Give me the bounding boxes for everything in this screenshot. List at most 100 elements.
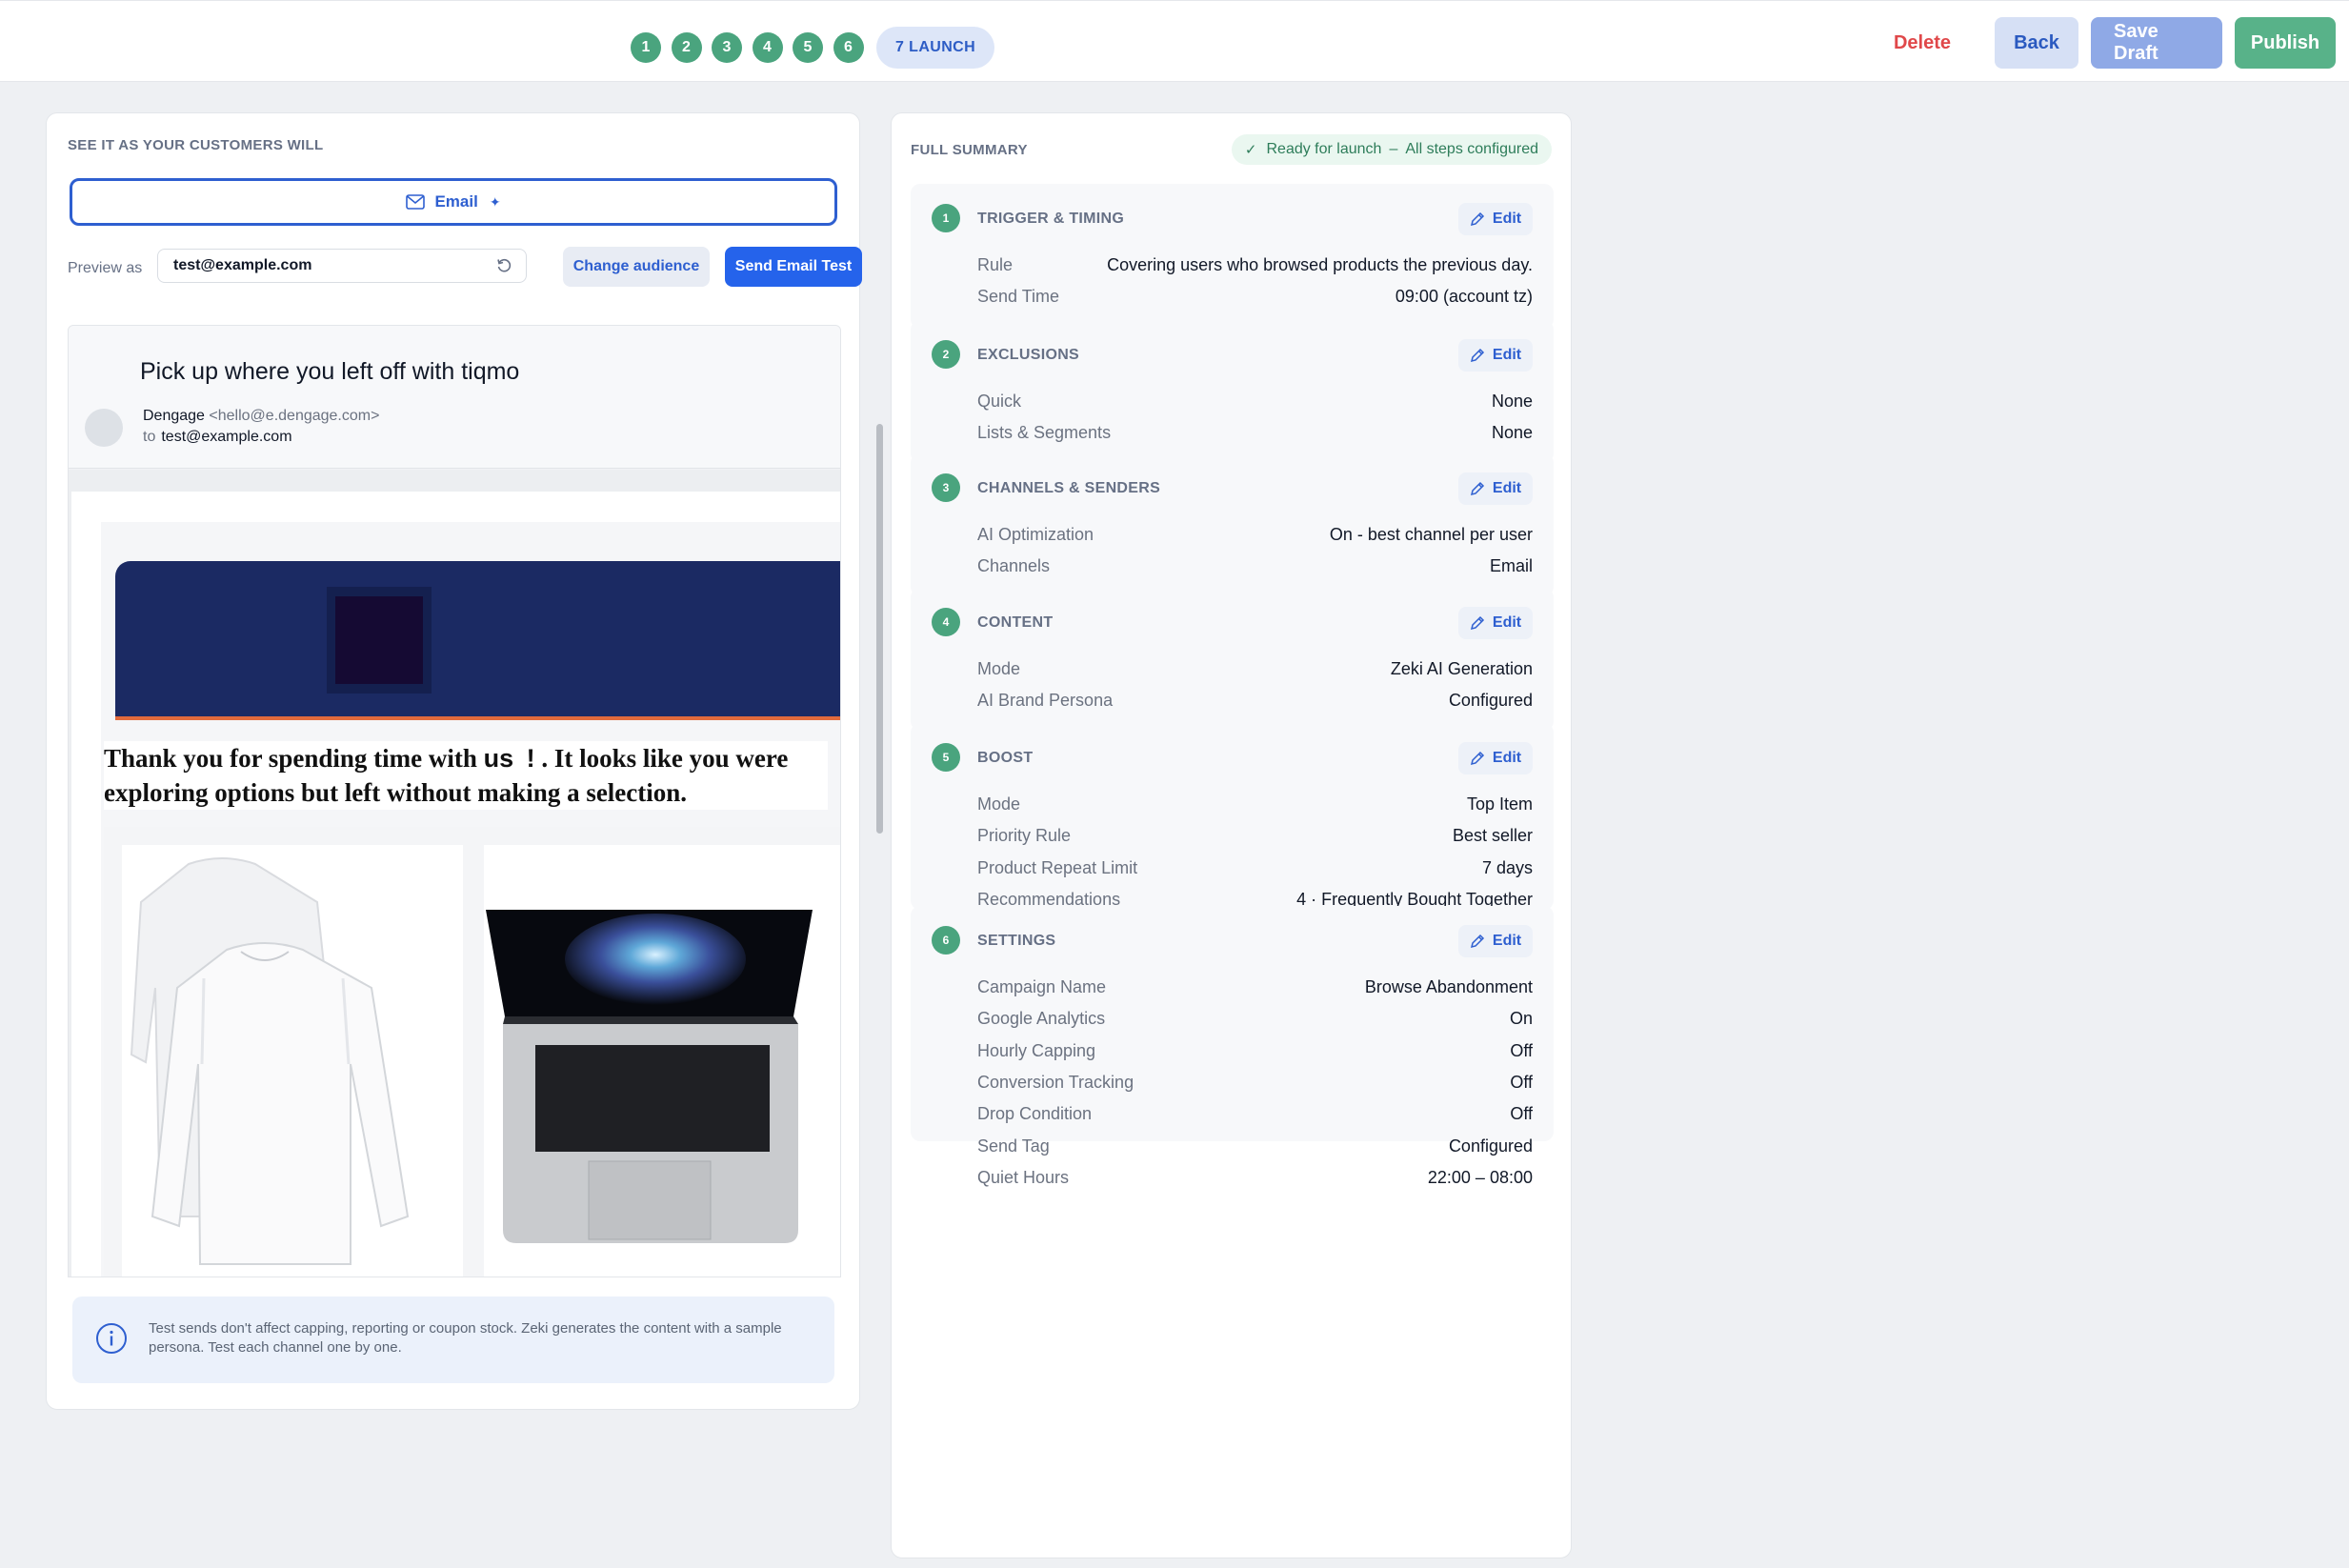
reset-icon[interactable] bbox=[495, 257, 512, 274]
summary-row: Lists & Segments None bbox=[977, 417, 1533, 449]
summary-row-value: Off bbox=[1510, 1104, 1533, 1124]
preview-as-row: Preview as test@example.com Change audie… bbox=[68, 247, 862, 289]
summary-row-key: Channels bbox=[977, 556, 1051, 576]
edit-label: Edit bbox=[1492, 347, 1522, 363]
info-text: Test sends don't affect capping, reporti… bbox=[149, 1320, 782, 1356]
preview-scrollbar[interactable] bbox=[876, 424, 883, 834]
pencil-icon bbox=[1470, 751, 1484, 766]
summary-row: Quick None bbox=[977, 386, 1533, 417]
summary-row-key: Send Time bbox=[977, 287, 1060, 307]
edit-button[interactable]: Edit bbox=[1458, 203, 1533, 235]
summary-row: Priority Rule Best seller bbox=[977, 820, 1533, 852]
delete-button[interactable]: Delete bbox=[1894, 32, 1951, 54]
section-title: CHANNELS & SENDERS bbox=[977, 480, 1161, 496]
summary-row-key: Mode bbox=[977, 659, 1021, 679]
badge-dash: – bbox=[1389, 141, 1398, 157]
step-5[interactable]: 5 bbox=[793, 32, 823, 63]
badge-ready-text: Ready for launch bbox=[1266, 141, 1382, 157]
summary-rows: Campaign Name Browse Abandonment Google An… bbox=[977, 972, 1533, 1194]
summary-row-value: 7 days bbox=[1481, 857, 1533, 877]
summary-row-value: Off bbox=[1510, 1040, 1533, 1060]
summary-row: Drop Condition Off bbox=[977, 1098, 1533, 1130]
laptop-image bbox=[486, 910, 813, 1243]
summary-card: 3 CHANNELS & SENDERS Edit AI Optimization On… bbox=[911, 453, 1554, 608]
product-grid bbox=[104, 827, 840, 1277]
preview-panel: SEE IT AS YOUR CUSTOMERS WILL Email ✦ Pr… bbox=[46, 112, 883, 1410]
brand-logo-mark bbox=[335, 596, 423, 684]
edit-label: Edit bbox=[1492, 933, 1522, 949]
summary-row: Rule Covering users who browsed products … bbox=[977, 250, 1533, 281]
summary-row-value: Configured bbox=[1448, 691, 1533, 711]
summary-row-key: Lists & Segments bbox=[977, 423, 1112, 443]
summary-row-key: Priority Rule bbox=[977, 826, 1072, 846]
email-recipient: to test@example.com bbox=[143, 429, 292, 446]
edit-button[interactable]: Edit bbox=[1458, 925, 1533, 957]
preview-as-label: Preview as bbox=[68, 260, 143, 276]
product-card[interactable] bbox=[484, 845, 840, 1277]
check-icon: ✓ bbox=[1244, 142, 1257, 158]
brand-logo bbox=[327, 587, 432, 694]
summary-row-value: Browse Abandonment bbox=[1364, 977, 1533, 997]
send-email-test-button[interactable]: Send Email Test bbox=[725, 247, 862, 287]
email-preview: Pick up where you left off with tiqmo De… bbox=[68, 325, 841, 1277]
section-title: EXCLUSIONS bbox=[977, 347, 1080, 363]
summary-title: FULL SUMMARY bbox=[911, 142, 1028, 158]
step-3[interactable]: 3 bbox=[712, 32, 742, 63]
section-title: SETTINGS bbox=[977, 933, 1056, 949]
edit-button[interactable]: Edit bbox=[1458, 339, 1533, 372]
pencil-icon bbox=[1470, 615, 1484, 631]
pencil-icon bbox=[1470, 348, 1484, 363]
summary-row-value: Email bbox=[1489, 556, 1533, 576]
summary-row-key: Product Repeat Limit bbox=[977, 857, 1138, 877]
edit-button[interactable]: Edit bbox=[1458, 607, 1533, 639]
summary-row-key: Quiet Hours bbox=[977, 1167, 1070, 1187]
summary-row-value: Off bbox=[1510, 1073, 1533, 1093]
section-number: 1 bbox=[932, 204, 960, 232]
change-audience-button[interactable]: Change audience bbox=[563, 247, 710, 287]
step-1[interactable]: 1 bbox=[631, 32, 661, 63]
channel-tab-email[interactable]: Email ✦ bbox=[70, 178, 837, 226]
summary-row: Hourly Capping Off bbox=[977, 1035, 1533, 1067]
section-title: CONTENT bbox=[977, 614, 1054, 631]
summary-row-key: Mode bbox=[977, 794, 1021, 814]
sparkle-icon: ✦ bbox=[489, 193, 501, 210]
top-actions: Delete Back Save Draft Publish bbox=[1894, 17, 2336, 69]
summary-row: Send Tag Configured bbox=[977, 1130, 1533, 1161]
edit-button[interactable]: Edit bbox=[1458, 472, 1533, 505]
edit-label: Edit bbox=[1492, 750, 1522, 766]
summary-row: AI Optimization On - best channel per use… bbox=[977, 519, 1533, 551]
preview-email-input[interactable]: test@example.com bbox=[157, 249, 527, 283]
save-draft-button[interactable]: Save Draft bbox=[2091, 17, 2222, 69]
summary-row-value: 22:00 – 08:00 bbox=[1427, 1167, 1533, 1187]
section-number: 5 bbox=[932, 743, 960, 772]
status-badge: ✓ Ready for launch – All steps configure… bbox=[1231, 134, 1552, 165]
sender-address: <hello@e.dengage.com> bbox=[209, 408, 380, 424]
back-button[interactable]: Back bbox=[1995, 17, 2078, 69]
summary-row-value: Configured bbox=[1448, 1136, 1533, 1156]
hero-banner bbox=[115, 561, 840, 720]
step-2[interactable]: 2 bbox=[671, 32, 702, 63]
email-header: Pick up where you left off with tiqmo De… bbox=[69, 326, 840, 469]
pencil-icon bbox=[1470, 934, 1484, 949]
step-7-launch[interactable]: 7 LAUNCH bbox=[876, 27, 995, 69]
mail-icon bbox=[406, 194, 426, 210]
summary-row-value: None bbox=[1491, 423, 1533, 443]
product-card[interactable] bbox=[122, 845, 463, 1277]
summary-card: 5 BOOST Edit Mode Top Item Priority Rule Best … bbox=[911, 723, 1554, 940]
preview-title: SEE IT AS YOUR CUSTOMERS WILL bbox=[68, 137, 324, 153]
avatar bbox=[85, 409, 123, 447]
summary-row-key: Drop Condition bbox=[977, 1104, 1093, 1124]
body-text-us: us bbox=[483, 744, 514, 773]
pencil-icon bbox=[1470, 211, 1484, 227]
step-4[interactable]: 4 bbox=[752, 32, 783, 63]
summary-row-key: Hourly Capping bbox=[977, 1040, 1096, 1060]
summary-row-value: Zeki AI Generation bbox=[1390, 659, 1533, 679]
section-title: BOOST bbox=[977, 750, 1034, 766]
summary-row-key: Send Tag bbox=[977, 1136, 1050, 1156]
summary-row: Quiet Hours 22:00 – 08:00 bbox=[977, 1162, 1533, 1194]
edit-button[interactable]: Edit bbox=[1458, 742, 1533, 774]
summary-row: Mode Top Item bbox=[977, 789, 1533, 820]
step-6[interactable]: 6 bbox=[833, 32, 864, 63]
summary-row-key: Rule bbox=[977, 255, 1014, 275]
publish-button[interactable]: Publish bbox=[2235, 17, 2336, 69]
